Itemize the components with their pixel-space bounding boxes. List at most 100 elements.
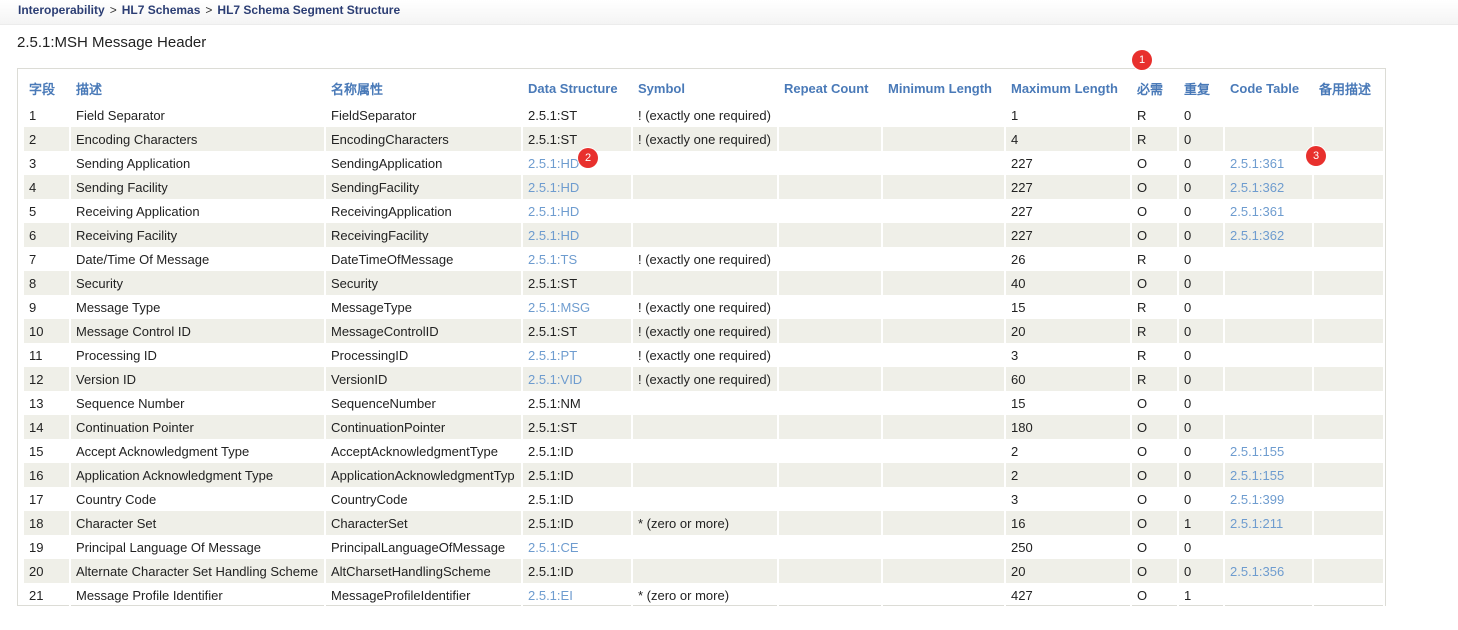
table-row[interactable]: 21 Message Profile Identifier MessageProfi… [24,583,1385,607]
cell-data-structure-link[interactable]: 2.5.1:TS [528,252,577,267]
cell-code-table [1225,319,1314,343]
table-row[interactable]: 12 Version ID VersionID 2.5.1:VID ! (exactly… [24,367,1385,391]
cell-code-table-link[interactable]: 2.5.1:362 [1230,228,1284,243]
column-header-field[interactable]: 字段 [24,73,71,103]
column-header-alt-description[interactable]: 备用描述 [1314,73,1385,103]
breadcrumb-hl7-schemas[interactable]: HL7 Schemas [122,3,201,17]
table-row[interactable]: 9 Message Type MessageType 2.5.1:MSG ! (exac… [24,295,1385,319]
cell-data-structure-link[interactable]: 2.5.1:HD [528,204,579,219]
cell-minimum-length [883,583,1006,607]
breadcrumb-segment-structure[interactable]: HL7 Schema Segment Structure [217,3,400,17]
page-title: 2.5.1:MSH Message Header [17,34,207,51]
table-row[interactable]: 19 Principal Language Of Message Principal… [24,535,1385,559]
table-row[interactable]: 13 Sequence Number SequenceNumber 2.5.1:NM 1… [24,391,1385,415]
cell-required: O [1132,415,1179,439]
cell-description: Principal Language Of Message [71,535,326,559]
cell-data-structure: 2.5.1:ID [523,559,633,583]
cell-field: 13 [24,391,71,415]
cell-name-attribute: MessageControlID [326,319,523,343]
cell-symbol: ! (exactly one required) [633,367,779,391]
column-header-name-attribute[interactable]: 名称属性 [326,73,523,103]
breadcrumb-separator: > [109,3,117,17]
cell-data-structure-link[interactable]: 2.5.1:EI [528,588,573,603]
table-row[interactable]: 8 Security Security 2.5.1:ST 40 O 0 [24,271,1385,295]
cell-data-structure-link[interactable]: 2.5.1:HD [528,156,579,171]
column-header-maximum-length[interactable]: Maximum Length [1006,73,1132,103]
cell-symbol [633,535,779,559]
cell-code-table-link[interactable]: 2.5.1:361 [1230,156,1284,171]
table-row[interactable]: 16 Application Acknowledgment Type Applica… [24,463,1385,487]
cell-data-structure-link[interactable]: 2.5.1:HD [528,180,579,195]
cell-alt-description [1314,439,1385,463]
cell-data-structure-link[interactable]: 2.5.1:MSG [528,300,590,315]
column-header-minimum-length[interactable]: Minimum Length [883,73,1006,103]
cell-maximum-length: 40 [1006,271,1132,295]
cell-repeating: 0 [1179,127,1225,151]
cell-field: 9 [24,295,71,319]
cell-repeating: 0 [1179,223,1225,247]
cell-maximum-length: 227 [1006,175,1132,199]
cell-required: O [1132,439,1179,463]
cell-required: O [1132,583,1179,607]
cell-alt-description [1314,127,1385,151]
cell-repeat-count [779,151,883,175]
cell-field: 4 [24,175,71,199]
table-row[interactable]: 18 Character Set CharacterSet 2.5.1:ID * (ze… [24,511,1385,535]
table-row[interactable]: 11 Processing ID ProcessingID 2.5.1:PT ! (ex… [24,343,1385,367]
table-row[interactable]: 15 Accept Acknowledgment Type AcceptAcknow… [24,439,1385,463]
cell-repeat-count [779,343,883,367]
cell-data-structure-link[interactable]: 2.5.1:HD [528,228,579,243]
cell-code-table-link[interactable]: 2.5.1:155 [1230,468,1284,483]
table-row[interactable]: 20 Alternate Character Set Handling Schem… [24,559,1385,583]
column-header-symbol[interactable]: Symbol [633,73,779,103]
cell-code-table-link[interactable]: 2.5.1:211 [1230,516,1283,531]
table-row[interactable]: 5 Receiving Application ReceivingApplicati… [24,199,1385,223]
cell-code-table-link[interactable]: 2.5.1:399 [1230,492,1284,507]
column-header-code-table[interactable]: Code Table [1225,73,1314,103]
column-header-repeating[interactable]: 重复 [1179,73,1225,103]
cell-code-table-link[interactable]: 2.5.1:155 [1230,444,1284,459]
breadcrumb-interoperability[interactable]: Interoperability [18,3,105,17]
cell-description: Date/Time Of Message [71,247,326,271]
cell-data-structure: 2.5.1:VID [523,367,633,391]
cell-required: R [1132,343,1179,367]
table-row[interactable]: 17 Country Code CountryCode 2.5.1:ID 3 O 0 2.5.… [24,487,1385,511]
cell-name-attribute: FieldSeparator [326,103,523,127]
cell-minimum-length [883,127,1006,151]
column-header-required[interactable]: 必需 [1132,73,1179,103]
table-row[interactable]: 6 Receiving Facility ReceivingFacility 2.5.… [24,223,1385,247]
cell-maximum-length: 60 [1006,367,1132,391]
cell-repeating: 0 [1179,199,1225,223]
cell-description: Message Control ID [71,319,326,343]
cell-code-table [1225,583,1314,607]
cell-maximum-length: 3 [1006,343,1132,367]
cell-data-structure-link[interactable]: 2.5.1:VID [528,372,582,387]
cell-repeat-count [779,487,883,511]
column-header-description[interactable]: 描述 [71,73,326,103]
cell-alt-description [1314,319,1385,343]
cell-data-structure-link[interactable]: 2.5.1:CE [528,540,579,555]
cell-required: O [1132,271,1179,295]
cell-code-table-link[interactable]: 2.5.1:361 [1230,204,1284,219]
cell-minimum-length [883,367,1006,391]
cell-code-table: 2.5.1:399 [1225,487,1314,511]
table-row[interactable]: 3 Sending Application SendingApplication 2.… [24,151,1385,175]
column-header-repeat-count[interactable]: Repeat Count [779,73,883,103]
table-row[interactable]: 1 Field Separator FieldSeparator 2.5.1:ST! … [24,103,1385,127]
table-row[interactable]: 2 Encoding Characters EncodingCharacters 2.… [24,127,1385,151]
column-header-data-structure[interactable]: Data Structure [523,73,633,103]
table-row[interactable]: 7 Date/Time Of Message DateTimeOfMessage 2.… [24,247,1385,271]
table-row[interactable]: 4 Sending Facility SendingFacility 2.5.1:HD… [24,175,1385,199]
cell-minimum-length [883,103,1006,127]
cell-repeating: 0 [1179,271,1225,295]
cell-code-table-link[interactable]: 2.5.1:356 [1230,564,1284,579]
cell-data-structure-link[interactable]: 2.5.1:PT [528,348,577,363]
table-row[interactable]: 10 Message Control ID MessageControlID 2.5.… [24,319,1385,343]
cell-code-table-link[interactable]: 2.5.1:362 [1230,180,1284,195]
cell-required: O [1132,199,1179,223]
cell-code-table: 2.5.1:356 [1225,559,1314,583]
cell-code-table [1225,295,1314,319]
cell-field: 8 [24,271,71,295]
table-row[interactable]: 14 Continuation Pointer ContinuationPointe… [24,415,1385,439]
cell-alt-description [1314,271,1385,295]
